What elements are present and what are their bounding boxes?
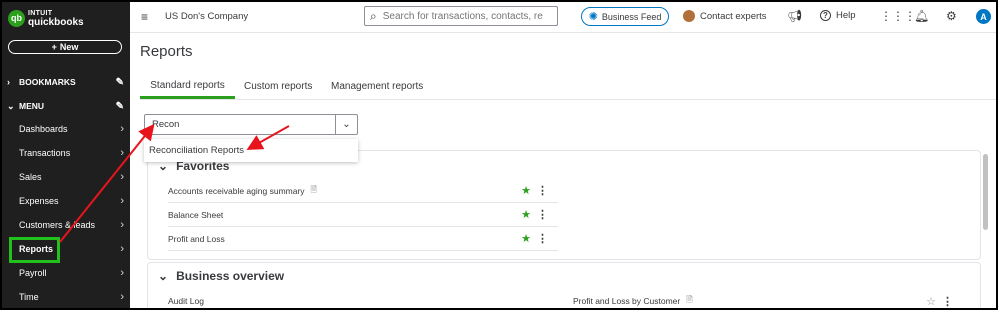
app-window: qb INTUIT quickbooks + New › BOOKMARKS ✎…	[2, 2, 996, 308]
arrow-to-suggestion	[246, 125, 290, 150]
arrow-to-search	[59, 123, 155, 243]
annotation-arrows	[59, 123, 290, 243]
